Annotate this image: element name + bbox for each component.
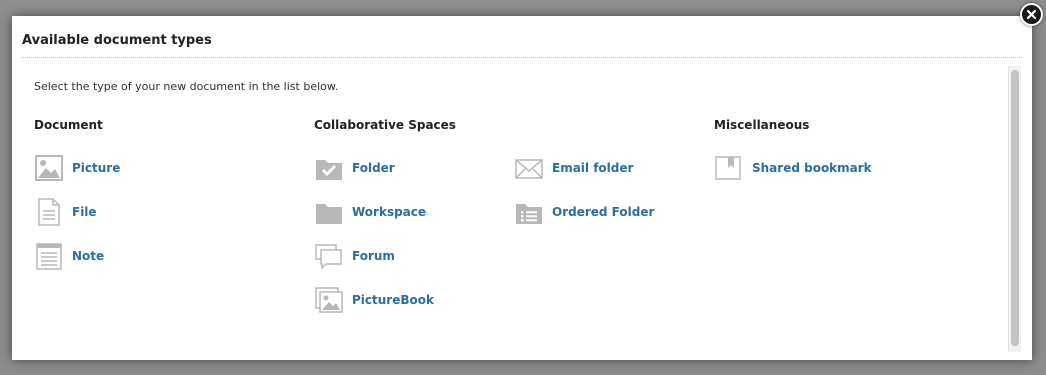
- forum-icon: [314, 242, 344, 270]
- doc-type-ordered-folder[interactable]: Ordered Folder: [514, 198, 654, 226]
- dialog-scrollbar[interactable]: [1008, 66, 1021, 352]
- document-type-dialog: Available document types Select the type…: [12, 16, 1032, 360]
- close-icon: [1026, 9, 1037, 20]
- backdrop: [0, 0, 1046, 16]
- email-folder-icon: [514, 154, 544, 182]
- doc-type-folder[interactable]: Folder: [314, 154, 395, 182]
- doc-type-workspace[interactable]: Workspace: [314, 198, 426, 226]
- picturebook-icon: [314, 286, 344, 314]
- close-button[interactable]: [1020, 3, 1043, 26]
- doc-type-label: Email folder: [552, 161, 634, 175]
- doc-type-label: Forum: [352, 249, 395, 263]
- doc-type-picture[interactable]: Picture: [34, 154, 120, 182]
- doc-type-picturebook[interactable]: PictureBook: [314, 286, 434, 314]
- doc-type-label: Folder: [352, 161, 395, 175]
- note-icon: [34, 242, 64, 270]
- folder-check-icon: [314, 154, 344, 182]
- dialog-header: Available document types: [22, 31, 1022, 58]
- doc-type-file[interactable]: File: [34, 198, 97, 226]
- doc-type-label: PictureBook: [352, 293, 434, 307]
- scrollbar-thumb[interactable]: [1011, 70, 1019, 346]
- doc-type-label: Picture: [72, 161, 121, 175]
- workspace-folder-icon: [314, 198, 344, 226]
- doc-type-shared-bookmark[interactable]: Shared bookmark: [714, 154, 872, 182]
- doc-type-label: Ordered Folder: [552, 205, 655, 219]
- doc-type-label: Workspace: [352, 205, 427, 219]
- doc-type-label: File: [72, 205, 97, 219]
- doc-type-label: Shared bookmark: [752, 161, 872, 175]
- shared-bookmark-icon: [714, 154, 744, 182]
- doc-type-email-folder[interactable]: Email folder: [514, 154, 633, 182]
- heading-collaborative-spaces: Collaborative Spaces: [314, 118, 456, 132]
- doc-type-note[interactable]: Note: [34, 242, 104, 270]
- file-icon: [34, 198, 64, 226]
- doc-type-forum[interactable]: Forum: [314, 242, 395, 270]
- doc-type-label: Note: [72, 249, 105, 263]
- ordered-folder-icon: [514, 198, 544, 226]
- picture-icon: [34, 154, 64, 182]
- heading-document: Document: [34, 118, 103, 132]
- dialog-intro: Select the type of your new document in …: [34, 80, 339, 93]
- dialog-title: Available document types: [22, 33, 212, 48]
- heading-miscellaneous: Miscellaneous: [714, 118, 810, 132]
